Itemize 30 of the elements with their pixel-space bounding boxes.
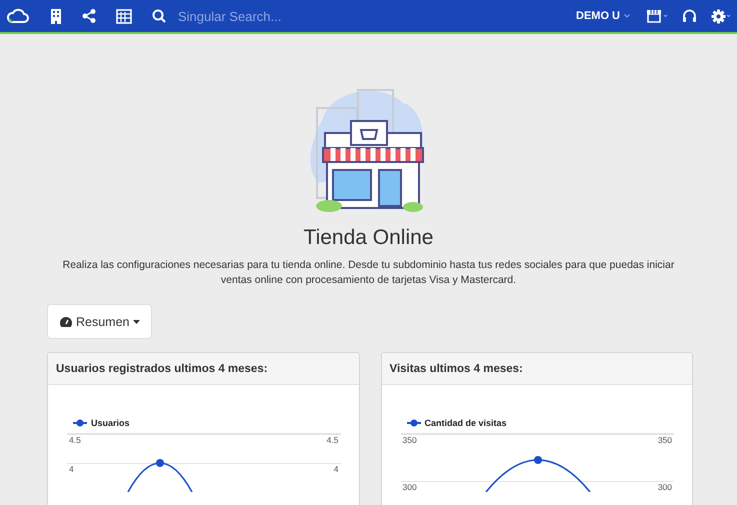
- y-axis-label: 4: [69, 465, 74, 474]
- headset-icon[interactable]: [682, 8, 697, 24]
- cloud-icon[interactable]: [6, 8, 30, 24]
- y-axis-label: 4.5: [326, 436, 338, 445]
- search-field[interactable]: Singular Search...: [176, 8, 320, 24]
- y-axis-label: 350: [402, 436, 417, 445]
- line-chart-drawing: [127, 459, 193, 492]
- y-axis-label: 350: [658, 436, 672, 445]
- y-axis-label: 300: [402, 483, 417, 492]
- y-axis-label: 4: [334, 465, 338, 474]
- legend-marker-icon: [406, 419, 420, 427]
- panel-title: Visitas ultimos 4 meses:: [390, 362, 523, 374]
- store-icon[interactable]: [646, 9, 668, 23]
- gauge-icon: [59, 316, 73, 328]
- y-axis-label: 300: [658, 483, 672, 492]
- panel-title: Usuarios registrados ultimos 4 meses:: [56, 362, 268, 374]
- y-axis-label: 4.5: [69, 436, 81, 445]
- legend-label: Cantidad de visitas: [424, 418, 507, 428]
- settings-icon[interactable]: [711, 8, 731, 24]
- building-icon[interactable]: [50, 8, 62, 24]
- search-icon[interactable]: [152, 9, 166, 23]
- chevron-down-icon: [624, 14, 630, 18]
- user-menu[interactable]: DEMO U: [576, 10, 630, 22]
- page-title: Tienda Online: [304, 226, 434, 250]
- page-description: Realiza las configuraciones necesarias para tu tienda online. Desde tu subdominio hasta tus redes sociales para que puedas iniciar ventas online con procesamiento de tarjetas Visa y Mastercard.: [62, 258, 676, 288]
- summary-dropdown-button[interactable]: Resumen: [47, 304, 152, 339]
- legend-label: Usuarios: [91, 418, 130, 428]
- share-icon[interactable]: [82, 9, 96, 23]
- caret-icon: [132, 320, 140, 324]
- legend-marker-icon: [73, 419, 87, 427]
